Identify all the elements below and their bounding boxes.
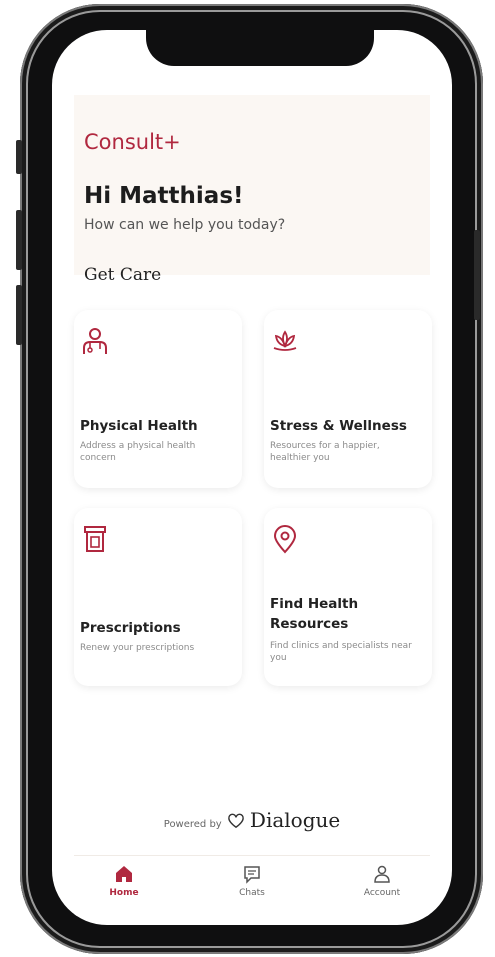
subtitle: How can we help you today? <box>84 217 286 233</box>
screen: Consult+ Hi Matthias! How can we help yo… <box>52 30 452 925</box>
powered-by-label: Powered by <box>163 819 222 830</box>
volume-up-button <box>16 210 22 270</box>
card-find-health-resources[interactable]: Find Health Resources Find clinics and s… <box>264 508 432 686</box>
tab-account[interactable]: Account <box>342 864 422 898</box>
card-title: Stress & Wellness <box>270 418 407 434</box>
power-button <box>474 230 480 320</box>
tab-chats[interactable]: Chats <box>212 864 292 898</box>
pill-bottle-icon <box>84 526 106 552</box>
card-description: Address a physical health concern <box>80 441 196 463</box>
tab-label: Account <box>363 888 401 898</box>
card-title: Physical Health <box>80 418 198 434</box>
card-title: Find Health Resources <box>270 596 359 632</box>
brand-name: Dialogue <box>249 808 341 832</box>
card-title: Prescriptions <box>80 620 181 636</box>
tab-home[interactable]: Home <box>84 864 164 898</box>
card-description: Find clinics and specialists near you <box>270 641 412 663</box>
tab-label: Chats <box>239 888 265 898</box>
home-icon <box>116 866 132 882</box>
tab-bar: Home Chats Account <box>74 855 430 916</box>
app-name: Consult+ <box>84 130 181 154</box>
card-physical-health[interactable]: Physical Health Address a physical healt… <box>74 310 242 488</box>
card-description: Renew your prescriptions <box>80 643 195 653</box>
mute-switch <box>16 140 22 174</box>
header: Consult+ Hi Matthias! How can we help yo… <box>74 95 430 285</box>
section-title: Get Care <box>84 265 162 285</box>
tab-label: Home <box>109 888 139 898</box>
greeting: Hi Matthias! <box>84 183 244 209</box>
card-stress-wellness[interactable]: Stress & Wellness Resources for a happie… <box>264 310 432 488</box>
notch <box>146 30 374 66</box>
card-prescriptions[interactable]: Prescriptions Renew your prescriptions <box>74 508 242 686</box>
powered-by: Powered by Dialogue <box>52 808 452 832</box>
heart-icon <box>228 813 244 829</box>
user-icon <box>374 865 390 883</box>
location-pin-icon <box>273 525 297 554</box>
lotus-icon <box>273 330 297 351</box>
volume-down-button <box>16 285 22 345</box>
chat-icon <box>244 866 260 884</box>
doctor-icon <box>83 328 107 354</box>
card-description: Resources for a happier, healthier you <box>270 441 380 463</box>
